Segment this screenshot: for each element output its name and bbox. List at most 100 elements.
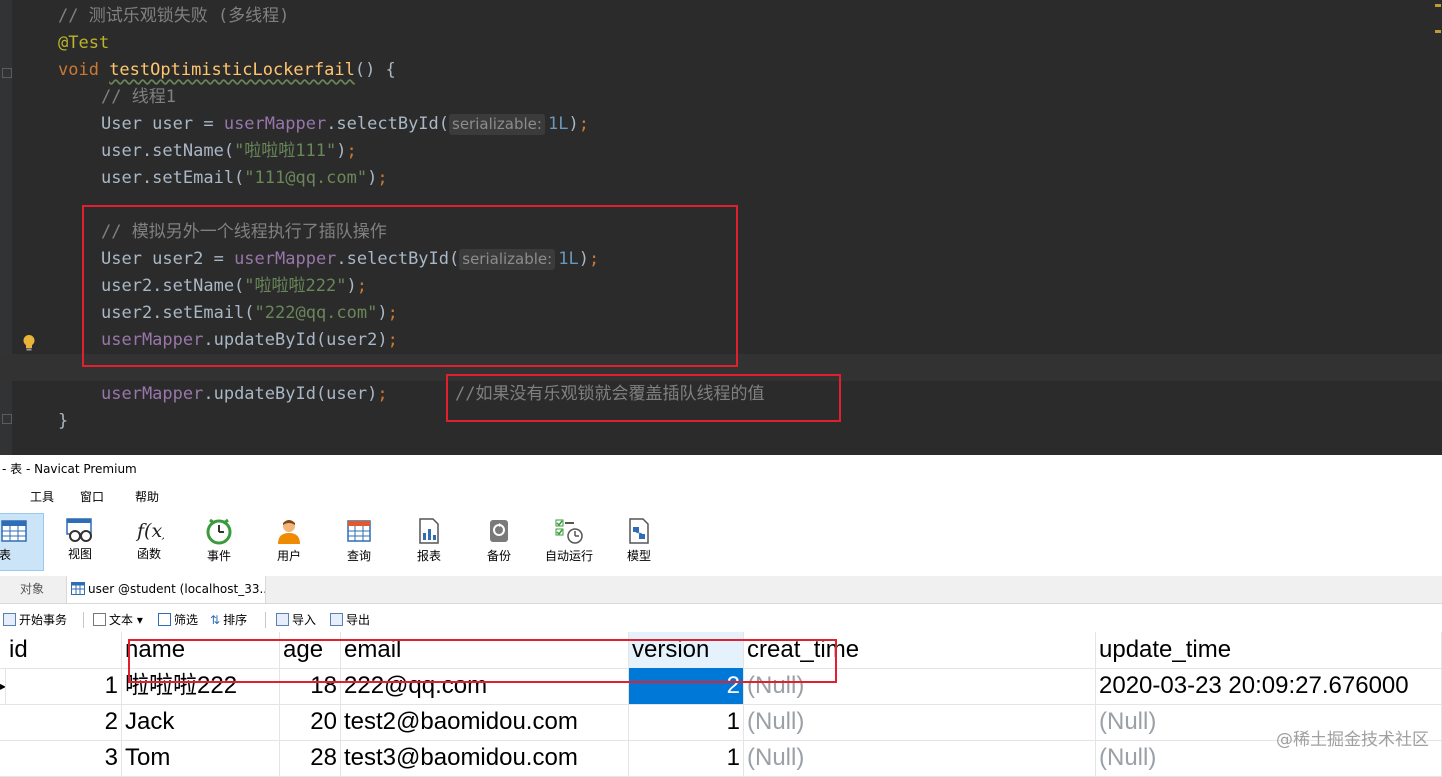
cell-id[interactable]: 3 xyxy=(6,740,122,776)
toolbar-backup-button[interactable]: 备份 xyxy=(469,513,529,571)
cell-name[interactable]: Tom xyxy=(122,740,280,776)
text-button[interactable]: 文本 ▾ xyxy=(93,607,143,633)
cell-email[interactable]: test3@baomidou.com xyxy=(341,740,629,776)
cell-creat-time[interactable]: (Null) xyxy=(744,740,1096,776)
code-token: ; xyxy=(377,168,388,188)
document-icon xyxy=(93,613,106,626)
tab-objects[interactable]: 对象 xyxy=(0,576,64,603)
code-line[interactable]: user.setName("啦啦啦111"); xyxy=(0,138,1442,165)
toolbar-table-button[interactable]: 表 xyxy=(0,513,44,571)
transaction-icon xyxy=(3,613,16,626)
menu-bar: 工具 窗口 帮助 xyxy=(0,485,1442,509)
code-text: userMapper.updateById(user); xyxy=(101,381,388,408)
user-icon xyxy=(278,520,300,544)
toolbar-label: 备份 xyxy=(486,549,511,563)
cell-id[interactable]: 1 xyxy=(6,668,122,704)
cell-version[interactable]: 1 xyxy=(629,704,744,740)
code-token: ; xyxy=(346,141,357,161)
cell-age[interactable]: 20 xyxy=(280,704,341,740)
table-row[interactable]: 2 Jack 20 test2@baomidou.com 1 (Null) (N… xyxy=(0,704,1442,741)
tab-user-table[interactable]: user @student (localhost_33... xyxy=(66,576,266,603)
code-token: 1L xyxy=(547,114,569,134)
toolbar-autorun-button[interactable]: 自动运行 xyxy=(539,513,599,571)
data-grid[interactable]: id name age email version creat_time upd… xyxy=(0,632,1442,777)
code-token: ; xyxy=(377,384,388,404)
import-button[interactable]: 导入 xyxy=(276,607,316,633)
code-token: User user = xyxy=(101,114,224,134)
code-line[interactable]: user.setEmail("111@qq.com"); xyxy=(0,165,1442,192)
model-icon xyxy=(629,518,649,544)
main-toolbar: 表 视图 f(x) 函数 事件 xyxy=(0,511,1442,573)
toolbar-function-button[interactable]: f(x) 函数 xyxy=(119,513,179,571)
highlight-box-comment xyxy=(446,374,841,422)
table-icon xyxy=(1,520,27,542)
code-text: User user = userMapper.selectById(serial… xyxy=(101,111,589,138)
event-clock-icon xyxy=(206,518,232,545)
table-row[interactable]: 3 Tom 28 test3@baomidou.com 1 (Null) (Nu… xyxy=(0,740,1442,777)
label: 导入 xyxy=(292,613,317,627)
code-token: userMapper xyxy=(223,114,327,134)
toolbar-label: 视图 xyxy=(67,547,92,561)
code-line[interactable]: // 测试乐观锁失败 (多线程) xyxy=(0,3,1442,30)
cell-update-time[interactable]: 2020-03-23 20:09:27.676000 xyxy=(1096,668,1442,704)
autorun-icon xyxy=(555,519,583,544)
cell-age[interactable]: 28 xyxy=(280,740,341,776)
cell-name[interactable]: Jack xyxy=(122,704,280,740)
window-title: - 表 - Navicat Premium xyxy=(2,462,137,476)
import-icon xyxy=(276,613,289,626)
toolbar-label: 函数 xyxy=(136,547,161,561)
table-toolbar: 开始事务 文本 ▾ 筛选 ⇅ 排序 导入 导出 xyxy=(0,607,1442,633)
cell-creat-time[interactable]: (Null) xyxy=(744,704,1096,740)
cell-id[interactable]: 2 xyxy=(6,704,122,740)
lightbulb-icon[interactable] xyxy=(22,334,36,352)
cell-email[interactable]: test2@baomidou.com xyxy=(341,704,629,740)
toolbar-view-button[interactable]: 视图 xyxy=(50,513,110,571)
function-icon: f(x) xyxy=(135,520,164,542)
menu-window[interactable]: 窗口 xyxy=(80,485,104,509)
toolbar-label: 表 xyxy=(0,548,12,562)
code-text: } xyxy=(58,408,68,435)
code-token: @Test xyxy=(58,33,110,53)
cell-version[interactable]: 1 xyxy=(629,740,744,776)
code-line[interactable]: // 线程1 xyxy=(0,84,1442,111)
code-line[interactable]: void testOptimisticLockerfail() { xyxy=(0,57,1442,84)
export-button[interactable]: 导出 xyxy=(330,607,370,633)
code-editor[interactable]: // 测试乐观锁失败 (多线程) @Test void testOptimistic… xyxy=(0,0,1442,455)
code-token: () { xyxy=(354,60,396,80)
svg-text:f(x): f(x) xyxy=(135,520,164,542)
column-header-id[interactable]: id xyxy=(6,632,122,668)
toolbar-model-button[interactable]: 模型 xyxy=(609,513,669,571)
toolbar-label: 自动运行 xyxy=(544,549,593,563)
code-line[interactable]: User user = userMapper.selectById(serial… xyxy=(0,111,1442,138)
menu-tools[interactable]: 工具 xyxy=(30,485,54,509)
code-token: user.setName( xyxy=(101,141,235,161)
toolbar-user-button[interactable]: 用户 xyxy=(259,513,319,571)
toolbar-query-button[interactable]: 查询 xyxy=(329,513,389,571)
label: 筛选 xyxy=(174,613,199,627)
sort-button[interactable]: ⇅ 排序 xyxy=(210,607,247,633)
backup-icon xyxy=(490,520,508,542)
watermark: @稀土掘金技术社区 xyxy=(1276,730,1429,750)
code-token: .selectById( xyxy=(326,114,450,134)
column-header-update-time[interactable]: update_time xyxy=(1096,632,1442,668)
toolbar-label: 报表 xyxy=(416,549,441,563)
code-text: user.setName("啦啦啦111"); xyxy=(101,138,357,165)
filter-button[interactable]: 筛选 xyxy=(158,607,198,633)
toolbar-event-button[interactable]: 事件 xyxy=(189,513,249,571)
toolbar-report-button[interactable]: 报表 xyxy=(399,513,459,571)
code-token: .updateById(user) xyxy=(203,384,378,404)
view-icon xyxy=(66,518,92,542)
menu-help[interactable]: 帮助 xyxy=(135,485,159,509)
table-icon xyxy=(71,582,85,595)
code-token: // 测试乐观锁失败 (多线程) xyxy=(58,6,290,26)
toolbar-label: 事件 xyxy=(206,549,231,563)
divider xyxy=(265,612,266,628)
tab-bar: 对象 user @student (localhost_33... xyxy=(0,576,1442,604)
fold-marker[interactable] xyxy=(2,68,12,78)
begin-transaction-button[interactable]: 开始事务 xyxy=(3,607,67,633)
fold-marker[interactable] xyxy=(2,414,12,424)
code-line[interactable]: @Test xyxy=(0,30,1442,57)
code-token: user.setEmail( xyxy=(101,168,245,188)
toolbar-label: 查询 xyxy=(346,549,371,563)
label: 开始事务 xyxy=(19,613,68,627)
